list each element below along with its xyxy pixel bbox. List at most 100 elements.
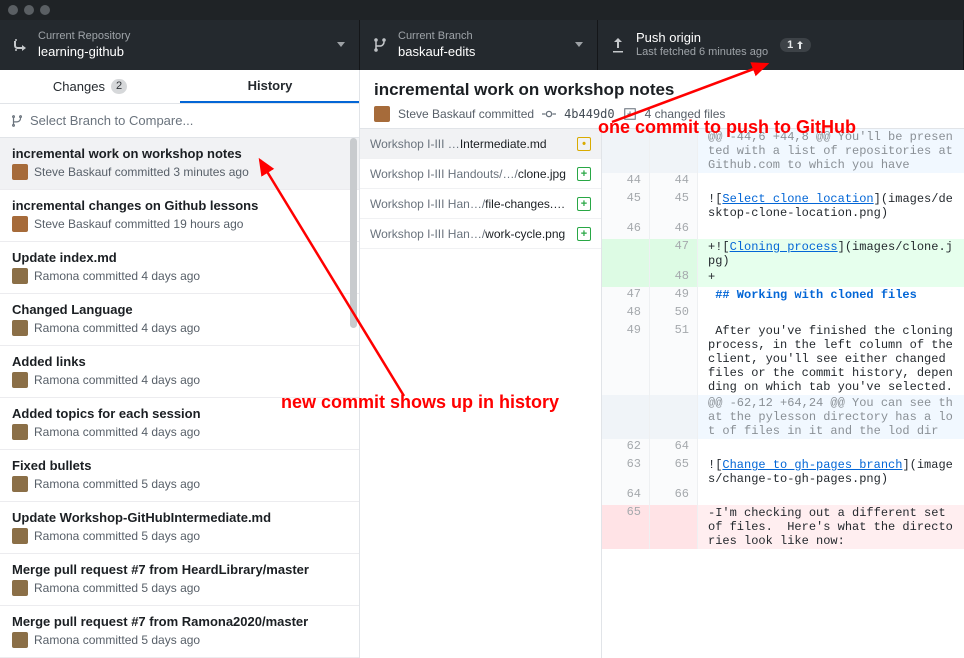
new-line-number: [650, 395, 698, 439]
diff-line-content: [698, 305, 964, 323]
history-item[interactable]: Fixed bulletsRamona committed 5 days ago: [0, 450, 359, 502]
author-avatar: [12, 424, 28, 440]
author-avatar: [12, 632, 28, 648]
diff-line: 4444: [602, 173, 964, 191]
new-line-number: 45: [650, 191, 698, 221]
author-avatar: [12, 268, 28, 284]
traffic-light-zoom[interactable]: [40, 5, 50, 15]
diff-line: 4545![Select clone location](images/desk…: [602, 191, 964, 221]
traffic-light-close[interactable]: [8, 5, 18, 15]
history-item[interactable]: Added linksRamona committed 4 days ago: [0, 346, 359, 398]
current-branch-selector[interactable]: Current Branch baskauf-edits: [360, 20, 598, 70]
changed-file-item[interactable]: Workshop I-III Han…/work-cycle.png +: [360, 219, 601, 249]
file-name: Workshop I-III …Intermediate.md: [370, 137, 571, 151]
old-line-number: 65: [602, 505, 650, 549]
file-name: Workshop I-III Han…/work-cycle.png: [370, 227, 571, 241]
commit-sha: 4b449d0: [564, 107, 615, 121]
diff-line-content: ## Working with cloned files: [698, 287, 964, 305]
sidebar-tabs: Changes 2 History: [0, 70, 360, 104]
new-line-number: [650, 505, 698, 549]
changed-file-item[interactable]: Workshop I-III Han…/file-changes.png +: [360, 189, 601, 219]
old-line-number: 46: [602, 221, 650, 239]
new-line-number: 50: [650, 305, 698, 323]
compare-placeholder: Select Branch to Compare...: [30, 113, 193, 128]
history-item[interactable]: Added topics for each sessionRamona comm…: [0, 398, 359, 450]
new-line-number: 66: [650, 487, 698, 505]
old-line-number: 48: [602, 305, 650, 323]
history-item-title: Update index.md: [12, 250, 347, 265]
diff-line-content: [698, 173, 964, 191]
tab-history-label: History: [248, 78, 293, 93]
history-item-title: Update Workshop-GitHubIntermediate.md: [12, 510, 347, 525]
history-item-meta: Ramona committed 5 days ago: [12, 528, 347, 544]
diff-line-content: +![Cloning process](images/clone.jpg): [698, 239, 964, 269]
history-item-meta: Steve Baskauf committed 19 hours ago: [12, 216, 347, 232]
file-status-icon: +: [577, 167, 591, 181]
push-count: 1: [787, 39, 793, 51]
file-name: Workshop I-III Han…/file-changes.png: [370, 197, 571, 211]
tab-changes[interactable]: Changes 2: [0, 70, 180, 103]
history-item[interactable]: Update index.md Ramona committed 4 days a…: [0, 242, 359, 294]
commit-header: incremental work on workshop notes Steve…: [360, 70, 964, 129]
history-item[interactable]: incremental work on workshop notesSteve …: [0, 138, 359, 190]
repo-icon: [12, 37, 28, 53]
new-line-number: 51: [650, 323, 698, 395]
commit-icon: [542, 107, 556, 121]
commit-author: Steve Baskauf committed: [398, 107, 534, 121]
tab-changes-label: Changes: [53, 79, 105, 94]
history-item[interactable]: Merge pull request #7 from Ramona2020/ma…: [0, 606, 359, 658]
diff-link[interactable]: Cloning process: [730, 240, 838, 254]
diff-line-content: ![Select clone location](images/desktop-…: [698, 191, 964, 221]
history-item-title: incremental work on workshop notes: [12, 146, 347, 161]
commit-title: incremental work on workshop notes: [374, 80, 950, 100]
history-item-meta: Ramona committed 4 days ago: [12, 268, 347, 284]
diff-line: 6264: [602, 439, 964, 457]
changed-file-item[interactable]: Workshop I-III Handouts/…/clone.jpg+: [360, 159, 601, 189]
diff-link[interactable]: Change to gh-pages branch: [722, 458, 902, 472]
diff-line: 4646: [602, 221, 964, 239]
file-status-icon: +: [577, 227, 591, 241]
diff-view[interactable]: @@ -44,6 +44,8 @@ You'll be presented wi…: [602, 129, 964, 658]
changed-file-item[interactable]: Workshop I-III …Intermediate.md•: [360, 129, 601, 159]
author-avatar: [12, 476, 28, 492]
diff-line: 6466: [602, 487, 964, 505]
diff-line-content: -I'm checking out a different set of fil…: [698, 505, 964, 549]
push-origin-button[interactable]: Push origin Last fetched 6 minutes ago 1: [598, 20, 964, 70]
current-repository-selector[interactable]: Current Repository learning-github: [0, 20, 360, 70]
diff-line: @@ -62,12 +64,24 @@ You can see that the…: [602, 395, 964, 439]
diff-line-content: @@ -62,12 +64,24 @@ You can see that the…: [698, 395, 964, 439]
scrollbar-thumb[interactable]: [350, 138, 357, 328]
diff-line-content: ![Change to gh-pages branch](images/chan…: [698, 457, 964, 487]
traffic-light-minimize[interactable]: [24, 5, 34, 15]
new-line-number: 48: [650, 269, 698, 287]
diff-line: 47+![Cloning process](images/clone.jpg): [602, 239, 964, 269]
diff-line-content: [698, 439, 964, 457]
author-avatar: [12, 320, 28, 336]
diff-link[interactable]: Select clone location: [722, 192, 873, 206]
history-list[interactable]: incremental work on workshop notes Steve …: [0, 138, 359, 658]
push-count-badge: 1: [780, 38, 811, 52]
chevron-down-icon: [575, 42, 583, 47]
new-line-number: [650, 129, 698, 173]
diff-line: 4951 After you've finished the cloning p…: [602, 323, 964, 395]
history-item[interactable]: Update Workshop-GitHubIntermediate.md Ram…: [0, 502, 359, 554]
history-item-title: Added topics for each session: [12, 406, 347, 421]
history-item[interactable]: incremental changes on Github lessons Ste…: [0, 190, 359, 242]
history-item-title: Added links: [12, 354, 347, 369]
file-status-icon: +: [577, 197, 591, 211]
branch-label: Current Branch: [398, 30, 475, 44]
history-item[interactable]: Merge pull request #7 from HeardLibrary/…: [0, 554, 359, 606]
repo-name: learning-github: [38, 44, 130, 60]
tab-history[interactable]: History: [180, 70, 360, 103]
new-line-number: 64: [650, 439, 698, 457]
old-line-number: 47: [602, 287, 650, 305]
window-titlebar: [0, 0, 964, 20]
history-item[interactable]: Changed LanguageRamona committed 4 days …: [0, 294, 359, 346]
branch-compare-selector[interactable]: Select Branch to Compare...: [0, 104, 359, 138]
old-line-number: [602, 269, 650, 287]
old-line-number: 49: [602, 323, 650, 395]
new-line-number: 49: [650, 287, 698, 305]
author-avatar: [12, 580, 28, 596]
history-item-title: incremental changes on Github lessons: [12, 198, 347, 213]
history-item-title: Merge pull request #7 from Ramona2020/ma…: [12, 614, 347, 629]
